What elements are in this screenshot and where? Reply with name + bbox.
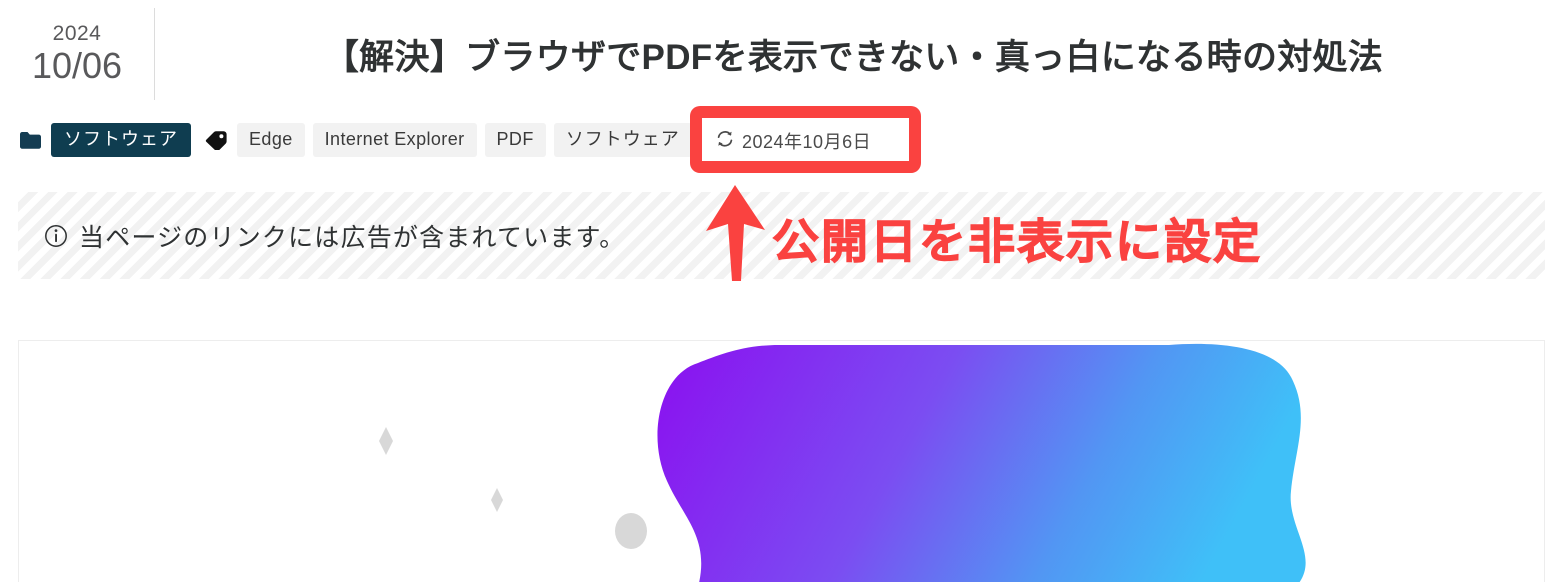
up-arrow-icon [699,183,771,283]
refresh-icon [716,130,734,152]
featured-image [18,340,1545,582]
page-title: 【解決】ブラウザでPDFを表示できない・真っ白になる時の対処法 [323,37,1384,77]
ad-disclosure-text: 当ページのリンクには広告が含まれています。 [79,223,626,252]
post-date-year: 2024 [52,22,102,45]
tag-icon [205,130,227,150]
info-circle-icon [44,224,68,248]
updated-date: 2024年10月6日 [712,126,876,156]
post-date-block: 2024 10/06 [0,8,155,100]
tag-software[interactable]: ソフトウェア [553,122,692,158]
post-header: 2024 10/06 【解決】ブラウザでPDFを表示できない・真っ白になる時の対… [0,0,1562,108]
tag-internet-explorer[interactable]: Internet Explorer [312,122,477,158]
folder-icon [20,131,41,149]
post-date-day: 10/06 [31,45,123,86]
category-badge-software[interactable]: ソフトウェア [51,122,191,158]
annotation-label: 公開日を非表示に設定 [772,215,1262,269]
tag-edge[interactable]: Edge [237,122,305,158]
tag-pdf[interactable]: PDF [484,122,546,158]
post-meta-row: ソフトウェア Edge Internet Explorer PDF ソフトウェア [20,118,700,162]
updated-date-text: 2024年10月6日 [742,132,872,152]
